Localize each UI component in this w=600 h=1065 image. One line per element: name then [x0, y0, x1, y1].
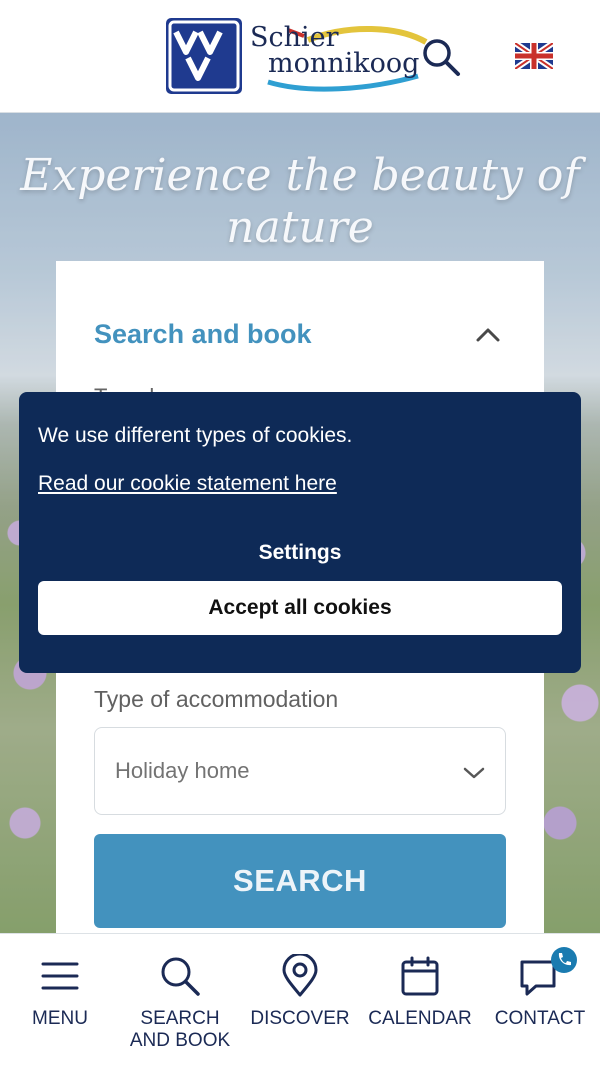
- nav-label-calendar: CALENDAR: [368, 1008, 472, 1029]
- search-icon: [161, 957, 200, 996]
- brand-word-monnikoog: monnikoog: [268, 48, 420, 79]
- vvv-logo-mark: [168, 20, 240, 92]
- map-pin-icon: [282, 954, 318, 997]
- header-search-button[interactable]: [420, 36, 462, 78]
- nav-item-discover[interactable]: DISCOVER: [240, 934, 360, 1065]
- accept-all-cookies-button[interactable]: Accept all cookies: [38, 581, 562, 635]
- cookie-message: We use different types of cookies.: [38, 424, 353, 447]
- nav-label-search-and-book: SEARCH AND BOOK: [129, 1008, 231, 1051]
- cookie-banner: We use different types of cookies. Read …: [19, 392, 581, 673]
- cookie-settings-button[interactable]: Settings: [19, 541, 581, 565]
- nav-item-search-and-book[interactable]: SEARCH AND BOOK: [120, 934, 240, 1065]
- cookie-statement-link[interactable]: Read our cookie statement here: [38, 472, 337, 496]
- bottom-navigation: MENU SEARCH AND BOOK DISCOVER CALENDAR C…: [0, 933, 600, 1065]
- uk-flag-icon: [513, 40, 555, 72]
- phone-badge-icon: [551, 947, 577, 973]
- nav-item-calendar[interactable]: CALENDAR: [360, 934, 480, 1065]
- nav-label-menu: MENU: [32, 1008, 88, 1029]
- vvv-logo[interactable]: [166, 18, 242, 94]
- calendar-icon: [401, 956, 439, 996]
- nav-item-contact[interactable]: CONTACT: [480, 934, 600, 1065]
- schiermonnikoog-brand: Schier monnikoog: [248, 20, 438, 100]
- search-icon: [423, 39, 460, 76]
- language-switch[interactable]: [513, 40, 555, 72]
- nav-label-contact: CONTACT: [494, 1008, 586, 1029]
- nav-item-menu[interactable]: MENU: [0, 934, 120, 1065]
- nav-label-discover: DISCOVER: [250, 1008, 350, 1029]
- hamburger-menu-icon: [41, 962, 79, 990]
- site-header: Schier monnikoog: [0, 0, 600, 113]
- phone-icon: [558, 953, 571, 966]
